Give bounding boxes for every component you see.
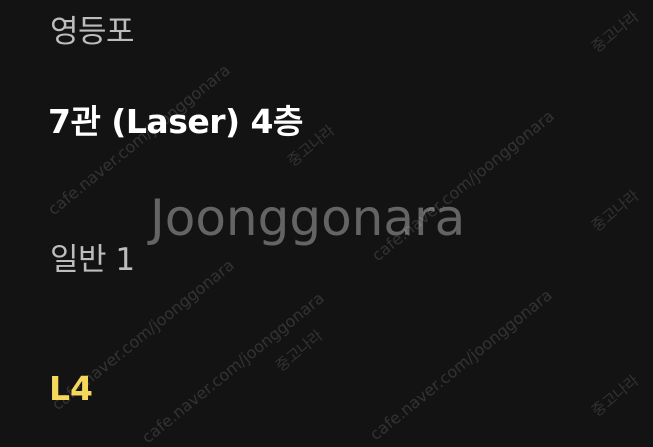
seat-class: 일반 1	[50, 242, 135, 278]
ticket-info-panel: cafe.naver.com/joonggonara cafe.naver.co…	[0, 0, 653, 447]
watermark-brand: 중고나라	[272, 326, 327, 376]
watermark-url: cafe.naver.com/joonggonara	[366, 285, 556, 444]
watermark-url: cafe.naver.com/joonggonara	[138, 288, 328, 447]
screen-info: 7관 (Laser) 4층	[48, 102, 303, 141]
watermark-brand: 중고나라	[588, 186, 643, 236]
watermark-brand: 중고나라	[588, 7, 643, 57]
theater-name: 영등포	[50, 14, 135, 50]
seat-number: L4	[49, 369, 93, 408]
watermark-logo: Joonggonara	[150, 189, 466, 247]
watermark-brand: 중고나라	[588, 371, 643, 421]
watermark-url: cafe.naver.com/joonggonara	[368, 106, 558, 265]
